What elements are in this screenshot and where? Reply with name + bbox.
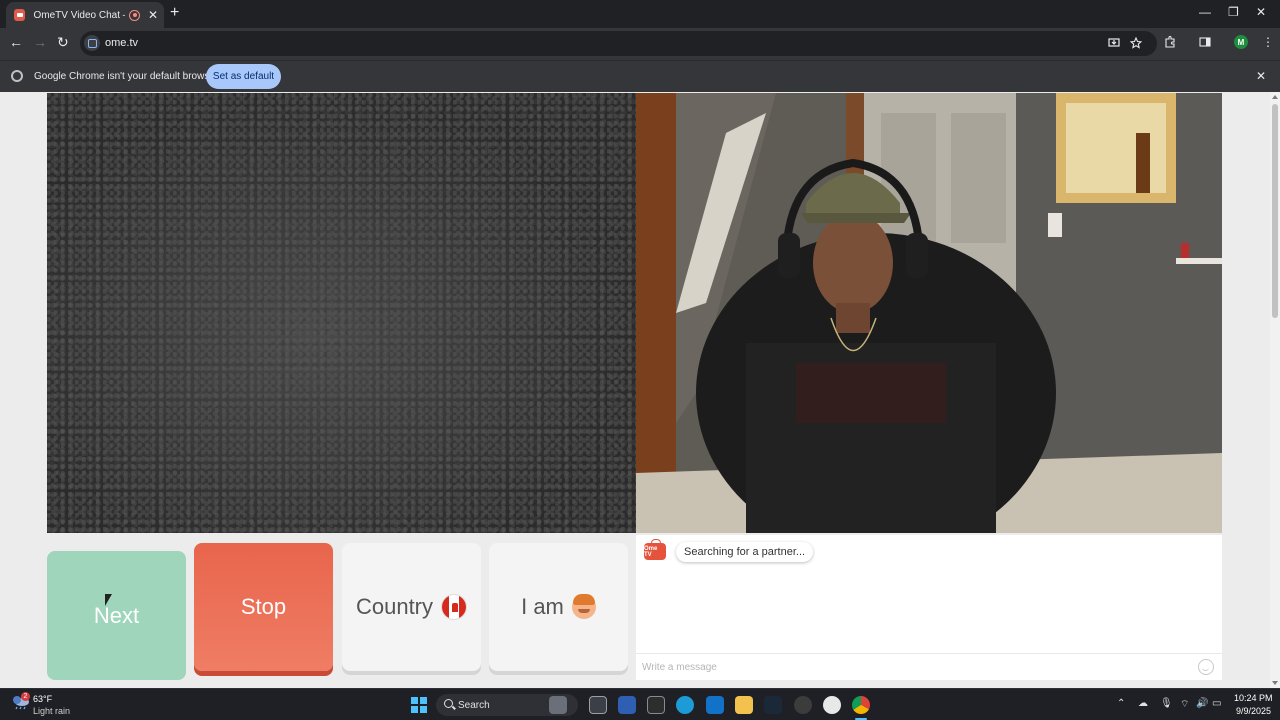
weather-description[interactable]: Light rain: [33, 706, 70, 716]
store-icon[interactable]: [618, 696, 636, 714]
scroll-up-arrow-icon[interactable]: [1272, 95, 1278, 99]
windows-taskbar: 2 63°F Light rain Search ⌃ ☁ 🎙 ⌔ 🔊 ▭ 10:…: [0, 688, 1280, 720]
microphone-icon[interactable]: 🎙: [1160, 698, 1173, 709]
ometv-page: Next Stop Country I am Ome TV Searching …: [0, 92, 1270, 688]
url-text[interactable]: ome.tv: [105, 37, 138, 49]
back-button[interactable]: ←: [9, 34, 23, 50]
profile-avatar[interactable]: M: [1234, 35, 1248, 49]
search-icon: [444, 699, 453, 708]
infobar-close-icon[interactable]: ✕: [1256, 69, 1266, 83]
app-icon-3[interactable]: [823, 696, 841, 714]
partner-video-feed: [636, 93, 1222, 533]
battery-icon[interactable]: ▭: [1212, 698, 1221, 709]
set-as-default-button[interactable]: Set as default: [206, 64, 281, 89]
steam-icon[interactable]: [764, 696, 782, 714]
edge-icon[interactable]: [676, 696, 694, 714]
stop-button[interactable]: Stop: [194, 543, 333, 671]
scroll-thumb[interactable]: [1272, 104, 1278, 318]
stop-label: Stop: [240, 594, 287, 619]
tab-ometv[interactable]: OmeTV Video Chat — Ome ✕: [6, 2, 164, 28]
forward-button[interactable]: →: [33, 34, 47, 50]
address-bar[interactable]: ome.tv: [80, 31, 1157, 56]
weather-badge: 2: [21, 692, 30, 701]
sidepanel-icon[interactable]: [1199, 36, 1211, 48]
own-video-feed: [47, 93, 636, 533]
new-tab-button[interactable]: +: [170, 4, 179, 22]
volume-icon[interactable]: 🔊: [1196, 698, 1208, 709]
windows-start-icon[interactable]: [411, 697, 427, 713]
onedrive-icon[interactable]: ☁: [1138, 698, 1148, 709]
install-icon[interactable]: [1108, 37, 1120, 49]
iam-label: I am: [521, 594, 564, 619]
tab-close-icon[interactable]: ✕: [148, 8, 158, 22]
site-info-icon[interactable]: [84, 35, 100, 51]
page-scrollbar[interactable]: [1270, 92, 1280, 688]
tab-bar: OmeTV Video Chat — Ome ✕ + — ❐ ✕: [0, 0, 1280, 28]
default-browser-infobar: Google Chrome isn't your default browser…: [0, 60, 1280, 92]
scroll-down-arrow-icon[interactable]: [1272, 681, 1278, 685]
chrome-icon: [11, 70, 23, 82]
chrome-taskbar-icon[interactable]: [852, 696, 870, 714]
weather-temperature[interactable]: 63°F: [33, 694, 52, 704]
menu-icon[interactable]: ⋮: [1262, 35, 1274, 49]
next-label: Next: [93, 602, 140, 628]
partner-video-image: [636, 93, 1222, 533]
app-icon[interactable]: [647, 696, 665, 714]
taskbar-search-label: Search: [458, 699, 490, 711]
country-button[interactable]: Country: [342, 543, 481, 671]
gender-button[interactable]: I am: [489, 543, 628, 671]
ometv-logo-icon: Ome TV: [644, 539, 666, 560]
clock-time[interactable]: 10:24 PM: [1234, 693, 1273, 703]
window-close-button[interactable]: ✕: [1256, 5, 1266, 19]
reload-button[interactable]: ↻: [57, 34, 69, 51]
country-label: Country: [355, 594, 434, 619]
star-icon[interactable]: [1130, 37, 1142, 49]
ometv-favicon-icon: [14, 9, 26, 21]
tray-chevron-icon[interactable]: ⌃: [1117, 698, 1125, 709]
clock-date[interactable]: 9/9/2025: [1236, 706, 1271, 716]
infobar-message: Google Chrome isn't your default browser: [34, 71, 219, 82]
wifi-icon[interactable]: ⌔: [1180, 698, 1189, 711]
message-input[interactable]: [642, 658, 1182, 676]
boy-avatar-icon: [571, 594, 596, 619]
canada-flag-icon: [441, 594, 468, 620]
extensions-icon[interactable]: [1164, 36, 1176, 48]
file-explorer-icon[interactable]: [735, 696, 753, 714]
status-message: Searching for a partner...: [676, 542, 814, 562]
widgets-icon[interactable]: [549, 696, 567, 714]
maximize-button[interactable]: ❐: [1228, 5, 1239, 19]
recording-icon: [129, 9, 140, 21]
browser-toolbar: ← → ↻ ome.tv M ⋮: [0, 28, 1280, 60]
tab-title: OmeTV Video Chat — Ome: [33, 9, 125, 21]
task-view-icon[interactable]: [589, 696, 607, 714]
message-row: [636, 653, 1222, 680]
app-icon-2[interactable]: [794, 696, 812, 714]
chat-panel: Ome TV Searching for a partner...: [636, 535, 1222, 680]
mouse-cursor-icon: [105, 594, 112, 606]
next-button[interactable]: Next: [47, 551, 186, 680]
minimize-button[interactable]: —: [1199, 5, 1211, 19]
emoji-icon[interactable]: [1198, 659, 1214, 675]
outlook-icon[interactable]: [706, 696, 724, 714]
